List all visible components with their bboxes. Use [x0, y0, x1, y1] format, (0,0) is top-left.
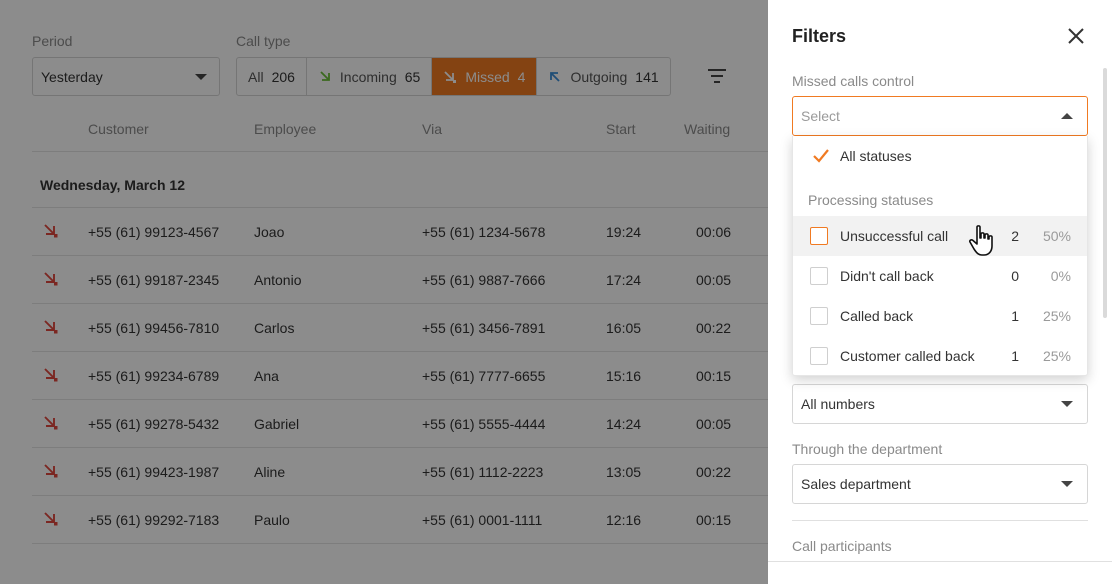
- status-checkbox[interactable]: [810, 227, 828, 245]
- status-option[interactable]: Unsuccessful call 2 50%: [793, 216, 1087, 256]
- chevron-down-icon: [1061, 401, 1073, 407]
- modal-overlay[interactable]: [0, 0, 768, 584]
- missed-calls-placeholder: Select: [801, 108, 840, 124]
- drawer-scrollbar[interactable]: [1103, 68, 1107, 318]
- call-participants-label: Call participants: [792, 538, 892, 554]
- status-percent: 25%: [1042, 308, 1071, 324]
- drawer-footer-divider: [768, 561, 1112, 562]
- close-icon[interactable]: [1066, 26, 1086, 46]
- status-count: 1: [1011, 348, 1019, 364]
- status-count: 0: [1011, 268, 1019, 284]
- missed-calls-dropdown: All statuses Processing statuses Unsucce…: [792, 136, 1088, 376]
- status-count: 1: [1011, 308, 1019, 324]
- status-label: Didn't call back: [840, 268, 934, 284]
- department-select[interactable]: Sales department: [792, 464, 1088, 504]
- call-log-panel: Period Yesterday Call type All 206 Incom…: [0, 0, 768, 584]
- status-checkbox[interactable]: [810, 347, 828, 365]
- chevron-up-icon: [1061, 113, 1073, 119]
- hand-pointer-icon: [968, 225, 993, 256]
- option-all-statuses-label: All statuses: [840, 148, 912, 164]
- status-percent: 50%: [1042, 228, 1071, 244]
- filters-drawer: Filters Missed calls control Select All …: [768, 0, 1112, 584]
- processing-statuses-group-label: Processing statuses: [808, 192, 934, 208]
- status-count: 2: [1011, 228, 1019, 244]
- numbers-select[interactable]: All numbers: [792, 384, 1088, 424]
- status-checkbox[interactable]: [810, 267, 828, 285]
- status-label: Unsuccessful call: [840, 228, 949, 244]
- chevron-down-icon: [1061, 481, 1073, 487]
- department-value: Sales department: [801, 476, 911, 492]
- option-all-statuses[interactable]: All statuses: [793, 136, 1087, 176]
- section-divider: [792, 520, 1088, 521]
- status-percent: 0%: [1050, 268, 1071, 284]
- status-option[interactable]: Didn't call back 0 0%: [793, 256, 1087, 296]
- drawer-title: Filters: [792, 26, 847, 46]
- missed-calls-select[interactable]: Select: [792, 96, 1088, 136]
- numbers-value: All numbers: [801, 396, 875, 412]
- status-option[interactable]: Called back 1 25%: [793, 296, 1087, 336]
- missed-calls-control-label: Missed calls control: [792, 73, 915, 89]
- status-label: Called back: [840, 308, 914, 324]
- status-option[interactable]: Customer called back 1 25%: [793, 336, 1087, 376]
- department-label: Through the department: [792, 441, 943, 457]
- status-label: Customer called back: [840, 348, 975, 364]
- status-percent: 25%: [1042, 348, 1071, 364]
- status-checkbox[interactable]: [810, 307, 828, 325]
- checkmark-icon: [813, 149, 829, 163]
